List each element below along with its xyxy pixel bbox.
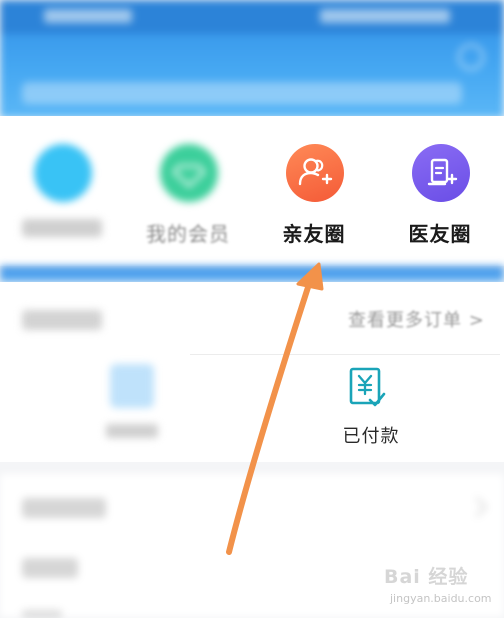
profile-info-strip	[22, 82, 462, 104]
status-bar-time	[44, 9, 132, 23]
menu-item-friends-circle[interactable]: 亲友圈	[254, 144, 374, 246]
menu-item-blurred[interactable]	[2, 144, 122, 244]
watermark-logo: Bai 经验	[384, 566, 469, 588]
menu-item-my-membership[interactable]: 我的会员	[128, 144, 248, 246]
list-item[interactable]	[22, 558, 78, 578]
diamond-icon	[160, 144, 218, 202]
watermark: Bai 经验 jingyan.baidu.com	[384, 560, 494, 610]
quick-menu: 我的会员 亲友圈 医友圈	[0, 116, 504, 266]
section-divider	[0, 266, 504, 282]
divider	[190, 354, 500, 355]
paid-label: 已付款	[342, 426, 400, 447]
list-item[interactable]	[22, 498, 106, 518]
blurred-circle-icon	[34, 144, 92, 202]
menu-item-label: 我的会员	[146, 222, 230, 246]
orders-section: 查看更多订单 > 已付款	[0, 282, 504, 462]
chevron-right-icon	[467, 497, 487, 517]
more-orders-link[interactable]: 查看更多订单 >	[348, 306, 485, 332]
orders-title	[22, 310, 102, 330]
status-bar-indicators	[320, 9, 450, 23]
status-bar	[0, 0, 504, 34]
add-friend-icon	[286, 144, 344, 202]
menu-item-label	[2, 218, 122, 238]
settings-icon[interactable]	[458, 44, 484, 70]
watermark-url: jingyan.baidu.com	[390, 592, 492, 605]
menu-item-label: 亲友圈	[282, 222, 346, 246]
pending-payment-icon[interactable]	[110, 364, 154, 408]
pending-payment-label	[106, 424, 158, 438]
app-header	[0, 0, 504, 118]
add-doctor-icon	[412, 144, 470, 202]
paid-icon[interactable]	[346, 366, 388, 410]
menu-item-label: 医友圈	[408, 222, 472, 246]
menu-item-doctor-circle[interactable]: 医友圈	[380, 144, 500, 246]
